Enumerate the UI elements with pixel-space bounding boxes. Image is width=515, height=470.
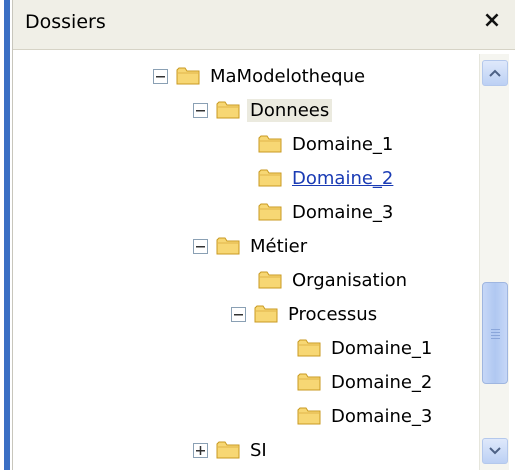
folders-panel: Dossiers × MaModelotheque Donnees Domain… [12,0,515,470]
folder-tree: MaModelotheque Donnees Domaine_1 Domaine… [13,51,473,470]
panel-header: Dossiers × [13,0,515,50]
tree-node-domaine-2[interactable]: Domaine_2 [258,161,396,195]
vertical-scrollbar[interactable] [479,54,509,470]
scrollbar-thumb[interactable] [482,282,508,384]
tree-node-organisation[interactable]: Organisation [258,263,410,297]
chevron-up-icon [489,69,501,77]
tree-node-metier[interactable]: Métier [193,229,310,263]
tree-node-processus[interactable]: Processus [231,297,380,331]
tree-node-label: Organisation [292,269,408,291]
thumb-grip [491,332,500,333]
collapse-toggle[interactable] [231,306,246,322]
tree-node-label: Domaine_1 [331,337,433,359]
collapse-toggle[interactable] [193,102,208,118]
tree-node-processus-domaine-3[interactable]: Domaine_3 [297,399,435,433]
scroll-up-button[interactable] [482,60,508,86]
tree-node-processus-domaine-1[interactable]: Domaine_1 [297,331,435,365]
tree-node-label: MaModelotheque [210,65,366,87]
tree-node-label: SI [250,439,267,461]
scroll-down-button[interactable] [482,438,508,464]
left-edge-strip [0,0,12,470]
folder-icon [258,203,282,221]
tree-node-processus-domaine-2[interactable]: Domaine_2 [297,365,435,399]
expand-toggle[interactable] [193,442,208,458]
collapse-toggle[interactable] [153,68,168,84]
close-icon: × [482,7,502,33]
minus-box-icon [196,109,205,111]
folder-icon [258,169,282,187]
folder-icon [176,67,200,85]
folder-icon [297,339,321,357]
minus-box-icon [234,313,243,315]
chevron-down-icon [489,447,501,455]
tree-node-domaine-3[interactable]: Domaine_3 [258,195,396,229]
tree-node-label: Domaine_3 [292,201,394,223]
thumb-grip [491,335,500,336]
folder-icon [216,101,240,119]
plus-box-icon [196,445,205,455]
folder-icon [297,407,321,425]
tree-node-label: Métier [250,235,308,257]
folder-icon [297,373,321,391]
tree-node-label: Domaine_3 [331,405,433,427]
left-accent-bar [4,0,10,470]
folder-icon [216,441,240,459]
tree-node-si[interactable]: SI [193,433,270,467]
tree-node-label: Processus [288,303,378,325]
panel-title: Dossiers [25,11,106,33]
tree-node-label: Domaine_1 [292,133,394,155]
tree-node-mamodelotheque[interactable]: MaModelotheque [153,59,368,93]
folder-icon [258,135,282,153]
thumb-grip [491,329,500,330]
tree-node-domaine-1[interactable]: Domaine_1 [258,127,396,161]
folder-icon [258,271,282,289]
close-button[interactable]: × [479,7,505,33]
folder-icon [216,237,240,255]
minus-box-icon [156,75,165,77]
tree-node-label: Domaine_2 [331,371,433,393]
minus-box-icon [196,245,205,247]
tree-node-donnees[interactable]: Donnees [193,93,333,127]
tree-node-label: Domaine_2 [292,167,394,189]
collapse-toggle[interactable] [193,238,208,254]
tree-node-label: Donnees [247,98,333,122]
thumb-grip [491,338,500,339]
folder-icon [254,305,278,323]
